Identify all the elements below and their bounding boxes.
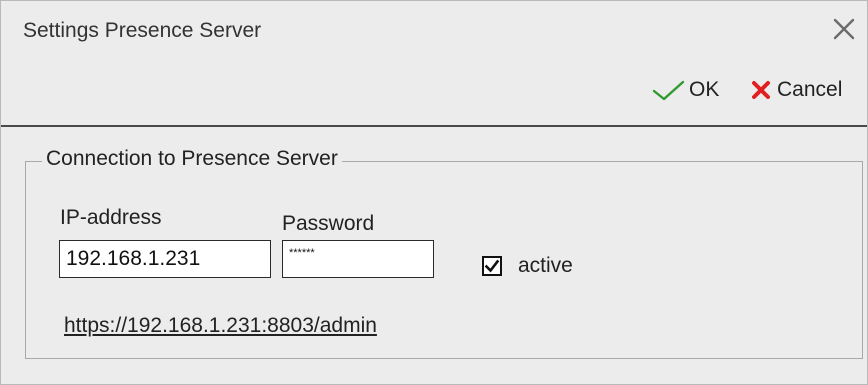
ip-address-input[interactable] (59, 240, 271, 278)
title-bar: Settings Presence Server (1, 1, 867, 59)
admin-link[interactable]: https://192.168.1.231:8803/admin (64, 314, 377, 338)
cancel-label: Cancel (777, 78, 843, 101)
toolbar: OK Cancel (1, 59, 867, 127)
active-label: active (518, 254, 573, 277)
settings-dialog: Settings Presence Server OK Cancel Conne… (0, 0, 868, 385)
password-label: Password (282, 212, 375, 235)
connection-group: Connection to Presence Server IP-address… (25, 147, 863, 359)
checkmark-icon (484, 259, 500, 273)
ok-button[interactable]: OK (651, 75, 719, 105)
ip-address-label: IP-address (60, 206, 162, 229)
cancel-button[interactable]: Cancel (749, 75, 842, 105)
active-checkbox[interactable] (482, 256, 502, 276)
x-icon (752, 81, 770, 99)
close-button[interactable] (827, 13, 861, 45)
password-input[interactable] (282, 240, 434, 278)
close-icon (833, 18, 855, 40)
checkmark-icon (652, 80, 685, 101)
dialog-content: Connection to Presence Server IP-address… (1, 127, 867, 384)
dialog-title: Settings Presence Server (23, 19, 262, 42)
ok-label: OK (689, 78, 720, 101)
group-title: Connection to Presence Server (42, 147, 342, 171)
